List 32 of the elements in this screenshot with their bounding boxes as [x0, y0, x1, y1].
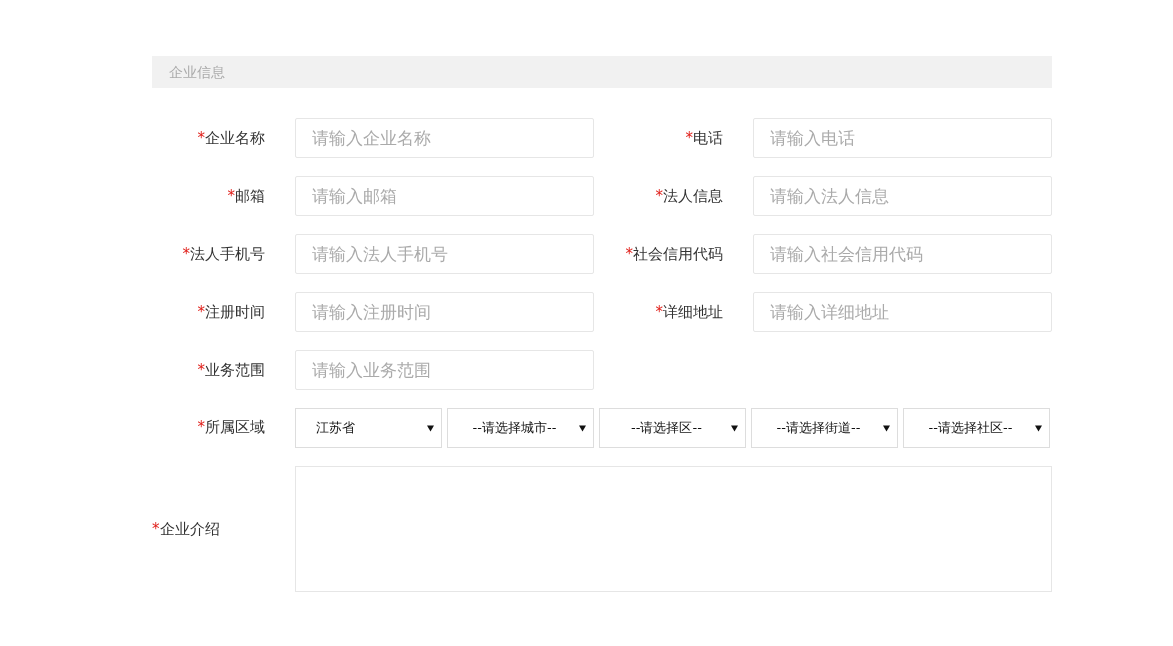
caret-icon: [731, 425, 738, 432]
dropdown[interactable]: --请选择城市--: [447, 408, 594, 448]
field-label: *业务范围: [196, 360, 265, 380]
input-field[interactable]: 请输入业务范围: [295, 350, 594, 390]
field-label: *注册时间: [196, 302, 265, 322]
caret-icon: [579, 425, 586, 432]
caret-icon: [1035, 425, 1042, 432]
input-field[interactable]: 请输入注册时间: [295, 292, 594, 332]
dropdown[interactable]: --请选择街道--: [751, 408, 898, 448]
field-label: *邮箱: [226, 186, 265, 206]
input-field[interactable]: 请输入企业名称: [295, 118, 594, 158]
input-field[interactable]: 请输入电话: [753, 118, 1052, 158]
field-label: *法人手机号: [181, 244, 265, 264]
input-field[interactable]: 请输入法人手机号: [295, 234, 594, 274]
dropdown[interactable]: --请选择区--: [599, 408, 746, 448]
field-label: *企业介绍: [152, 519, 221, 539]
field-label: *详细地址: [654, 302, 723, 322]
dropdown[interactable]: --请选择社区--: [903, 408, 1050, 448]
input-field[interactable]: 请输入邮箱: [295, 176, 594, 216]
input-field[interactable]: 请输入社会信用代码: [753, 234, 1052, 274]
caret-icon: [427, 425, 434, 432]
caret-icon: [883, 425, 890, 432]
field-label: *企业名称: [196, 128, 265, 148]
field-label: *电话: [684, 128, 723, 148]
textarea-field[interactable]: [295, 466, 1052, 592]
field-label: *法人信息: [654, 186, 723, 206]
dropdown[interactable]: 江苏省: [295, 408, 442, 448]
input-field[interactable]: 请输入法人信息: [753, 176, 1052, 216]
field-label: *社会信用代码: [624, 244, 723, 264]
input-field[interactable]: 请输入详细地址: [753, 292, 1052, 332]
field-label: *所属区域: [196, 417, 265, 437]
section-header: 企业信息: [152, 56, 1052, 88]
